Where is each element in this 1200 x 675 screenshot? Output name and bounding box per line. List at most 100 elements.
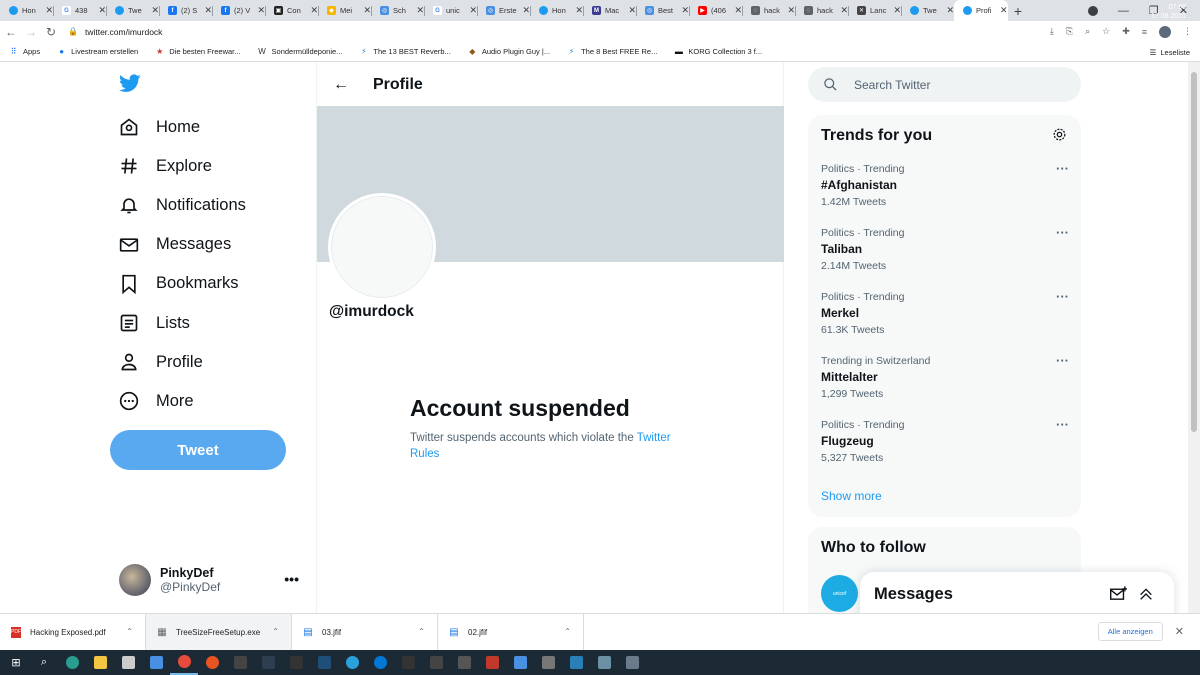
chevron-up-icon[interactable]: ⌃ (418, 627, 425, 636)
app-icon[interactable] (226, 650, 254, 675)
suggested-account-avatar[interactable]: unicef (821, 575, 858, 612)
bookmark-item[interactable]: ▬ KORG Collection 3 f... (674, 47, 762, 56)
bookmark-item[interactable]: ★ Die besten Freewar... (155, 47, 240, 56)
browser-tab[interactable]: f (2) S ✕ (159, 0, 212, 21)
nav-item-profile[interactable]: Profile (119, 352, 203, 372)
menu-icon[interactable]: ⋮ (1183, 26, 1192, 37)
profile-avatar-icon[interactable] (1159, 25, 1171, 38)
twitter-logo-icon[interactable] (119, 74, 141, 98)
browser-tab[interactable]: ✕ Lanc ✕ (848, 0, 901, 21)
download-item[interactable]: PDF Hacking Exposed.pdf ⌃ (0, 613, 146, 651)
chrome-icon[interactable] (170, 650, 198, 675)
more-dots-icon[interactable]: ··· (1056, 225, 1069, 240)
trend-item[interactable]: Politics · Trending Taliban 2.14M Tweets ··… (821, 225, 1071, 272)
browser-tab[interactable]: ◌ hack ✕ (742, 0, 795, 21)
bookmark-item[interactable]: W Sondermülldeponie... (258, 47, 342, 56)
bookmark-item[interactable]: ⠿ Apps (9, 47, 41, 56)
tweet-button[interactable]: Tweet (110, 430, 286, 470)
calculator-icon[interactable] (618, 650, 646, 675)
extensions-icon[interactable]: ✚ (1122, 26, 1130, 37)
back-button[interactable]: ← (2, 25, 20, 39)
browser-tab[interactable]: M Mac ✕ (583, 0, 636, 21)
star-bookmark-icon[interactable]: ☆ (1102, 26, 1110, 37)
reload-button[interactable]: ↻ (42, 25, 60, 39)
windows-start-icon[interactable]: ⊞ (2, 650, 30, 675)
scrollbar-thumb[interactable] (1191, 72, 1197, 432)
tab-close-icon[interactable]: ✕ (575, 5, 583, 16)
chevron-up-icon[interactable]: ⌃ (126, 627, 133, 636)
browser-tab[interactable]: ◎ Best ✕ (636, 0, 689, 21)
reading-list-icon[interactable]: ≡ (1142, 27, 1147, 37)
nav-item-notifications[interactable]: Notifications (119, 195, 246, 215)
app-icon[interactable] (450, 650, 478, 675)
more-dots-icon[interactable]: ••• (284, 571, 299, 587)
tab-close-icon[interactable]: ✕ (734, 5, 742, 16)
tab-close-icon[interactable]: ✕ (416, 5, 424, 16)
download-item[interactable]: ▤ 03.jfif ⌃ (292, 613, 438, 651)
browser-tab[interactable]: ▶ (406 ✕ (689, 0, 742, 21)
download-item[interactable]: ▤ 02.jfif ⌃ (438, 613, 584, 651)
browser-tab[interactable]: ◌ hack ✕ (795, 0, 848, 21)
chevron-up-icon[interactable]: ⌃ (272, 627, 279, 636)
tab-close-icon[interactable]: ✕ (628, 5, 636, 16)
trend-item[interactable]: Trending in Switzerland Mittelalter 1,299 … (821, 353, 1071, 400)
app-icon[interactable] (478, 650, 506, 675)
browser-tab[interactable]: ▣ Con ✕ (265, 0, 318, 21)
app-icon[interactable] (394, 650, 422, 675)
browser-tab[interactable]: Hon ✕ (530, 0, 583, 21)
search-input[interactable]: Search Twitter (808, 67, 1081, 102)
app-icon[interactable] (562, 650, 590, 675)
ubuntu-icon[interactable] (198, 650, 226, 675)
chevron-up-icon[interactable]: ⌃ (564, 627, 571, 636)
chevron-up-icon[interactable] (1138, 586, 1154, 602)
tab-close-icon[interactable]: ✕ (946, 5, 954, 16)
tab-close-icon[interactable]: ✕ (893, 5, 901, 16)
new-message-icon[interactable] (1110, 586, 1127, 601)
download-item[interactable]: ▦ TreeSizeFreeSetup.exe ⌃ (146, 613, 292, 651)
lock-icon[interactable]: 🔒 (68, 27, 78, 36)
translate-icon[interactable]: ⎘ (1066, 26, 1073, 37)
browser-tab[interactable]: Twe ✕ (106, 0, 159, 21)
browser-tab[interactable]: f (2) V ✕ (212, 0, 265, 21)
app-icon[interactable] (534, 650, 562, 675)
bookmark-item[interactable]: ◆ Audio Plugin Guy |... (468, 47, 550, 56)
tab-close-icon[interactable]: ✕ (1000, 5, 1008, 16)
minimize-button[interactable]: — (1118, 5, 1129, 17)
account-switcher[interactable]: PinkyDef @PinkyDef ••• (119, 563, 309, 597)
trend-item[interactable]: Politics · Trending #Afghanistan 1.42M Twe… (821, 161, 1071, 208)
browser-tab[interactable]: G 438 ✕ (53, 0, 106, 21)
more-dots-icon[interactable]: ··· (1056, 417, 1069, 432)
browser-tab[interactable]: ◎ Erste ✕ (477, 0, 530, 21)
page-scrollbar[interactable] (1188, 62, 1200, 613)
tab-close-icon[interactable]: ✕ (98, 5, 106, 16)
nav-item-lists[interactable]: Lists (119, 313, 190, 333)
tab-close-icon[interactable]: ✕ (204, 5, 212, 16)
new-tab-button[interactable]: + (1008, 0, 1028, 21)
app-icon[interactable] (422, 650, 450, 675)
tab-close-icon[interactable]: ✕ (151, 5, 159, 16)
media-control-icon[interactable] (1087, 5, 1098, 16)
skype-icon[interactable] (366, 650, 394, 675)
tab-close-icon[interactable]: ✕ (45, 5, 53, 16)
nav-item-more[interactable]: More (119, 391, 194, 411)
browser-tab[interactable]: Twe ✕ (901, 0, 954, 21)
tab-close-icon[interactable]: ✕ (257, 5, 265, 16)
search-icon[interactable]: ⌕ (30, 650, 58, 675)
bookmark-item[interactable]: ● Livestream erstellen (57, 47, 138, 56)
telegram-icon[interactable] (338, 650, 366, 675)
reading-list-button[interactable]: ☰ Leseliste (1150, 42, 1190, 62)
more-dots-icon[interactable]: ··· (1056, 161, 1069, 176)
edge-browser-icon[interactable] (58, 650, 86, 675)
mail-icon[interactable] (142, 650, 170, 675)
zoom-icon[interactable]: ⌕ (1085, 26, 1090, 37)
browser-tab[interactable]: ◆ Mei ✕ (318, 0, 371, 21)
more-dots-icon[interactable]: ··· (1056, 289, 1069, 304)
address-bar[interactable]: 🔒 twitter.com/imurdock (68, 27, 162, 37)
file-explorer-icon[interactable] (86, 650, 114, 675)
show-more-link[interactable]: Show more (821, 489, 882, 503)
system-clock[interactable]: 07:58 17.08.2021 (1151, 3, 1186, 21)
browser-tab[interactable]: Gunic ✕ (424, 0, 477, 21)
tab-close-icon[interactable]: ✕ (522, 5, 530, 16)
trend-item[interactable]: Politics · Trending Flugzeug 5,327 Tweets ·… (821, 417, 1071, 464)
live-icon[interactable] (282, 650, 310, 675)
